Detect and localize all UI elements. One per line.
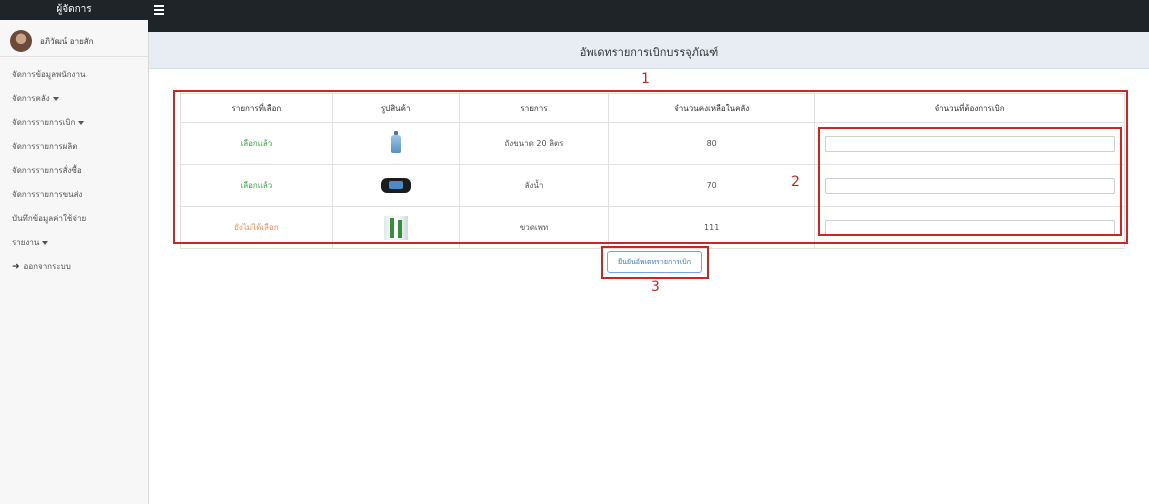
sidebar-item-label: จัดการรายการขนส่ง bbox=[12, 190, 83, 199]
user-name: อภิวัฒน์ อายสัก bbox=[40, 36, 94, 46]
sidebar-menu: จัดการข้อมูลพนักงาน จัดการคลัง จัดการราย… bbox=[0, 63, 148, 279]
caret-down-icon bbox=[78, 120, 85, 125]
top-navbar bbox=[148, 0, 1149, 32]
annotation-1: 1 bbox=[641, 71, 650, 87]
sidebar-item-logout[interactable]: ➜ ออกจากระบบ bbox=[0, 255, 148, 279]
sidebar: ผู้จัดการ อภิวัฒน์ อายสัก จัดการข้อมูลพน… bbox=[0, 0, 149, 504]
annotation-box-quantity bbox=[818, 127, 1122, 236]
annotation-3: 3 bbox=[651, 279, 660, 295]
avatar bbox=[10, 30, 32, 52]
caret-down-icon bbox=[42, 240, 49, 245]
sidebar-item-orders[interactable]: จัดการรายการสั่งซื้อ bbox=[0, 159, 148, 183]
sidebar-item-label: บันทึกข้อมูลค่าใช้จ่าย bbox=[12, 214, 87, 223]
sidebar-item-label: รายงาน bbox=[12, 238, 40, 247]
sidebar-item-reports[interactable]: รายงาน bbox=[0, 231, 148, 255]
sidebar-item-label: จัดการรายการผลิต bbox=[12, 142, 78, 151]
confirm-update-button[interactable]: ยืนยันอัพเดทรายการเบิก bbox=[607, 251, 702, 273]
sidebar-item-label: จัดการข้อมูลพนักงาน bbox=[12, 70, 86, 79]
sidebar-item-label: จัดการรายการสั่งซื้อ bbox=[12, 166, 82, 175]
sidebar-item-production[interactable]: จัดการรายการผลิต bbox=[0, 135, 148, 159]
sidebar-item-shipping[interactable]: จัดการรายการขนส่ง bbox=[0, 183, 148, 207]
caret-down-icon bbox=[52, 96, 59, 101]
page-header: อัพเดทรายการเบิกบรรจุภัณฑ์ bbox=[149, 32, 1149, 69]
sidebar-item-withdrawals[interactable]: จัดการรายการเบิก bbox=[0, 111, 148, 135]
sidebar-item-warehouse[interactable]: จัดการคลัง bbox=[0, 87, 148, 111]
sidebar-item-label: จัดการรายการเบิก bbox=[12, 118, 76, 127]
sidebar-item-employees[interactable]: จัดการข้อมูลพนักงาน bbox=[0, 63, 148, 87]
hamburger-menu-icon[interactable] bbox=[154, 5, 164, 15]
page-title: อัพเดทรายการเบิกบรรจุภัณฑ์ bbox=[579, 46, 719, 59]
sidebar-item-label: จัดการคลัง bbox=[12, 94, 50, 103]
sidebar-item-label: ออกจากระบบ bbox=[23, 262, 71, 271]
sidebar-item-expenses[interactable]: บันทึกข้อมูลค่าใช้จ่าย bbox=[0, 207, 148, 231]
user-profile[interactable]: อภิวัฒน์ อายสัก bbox=[0, 26, 148, 57]
logout-icon: ➜ bbox=[12, 262, 20, 272]
sidebar-header: ผู้จัดการ bbox=[0, 0, 148, 20]
